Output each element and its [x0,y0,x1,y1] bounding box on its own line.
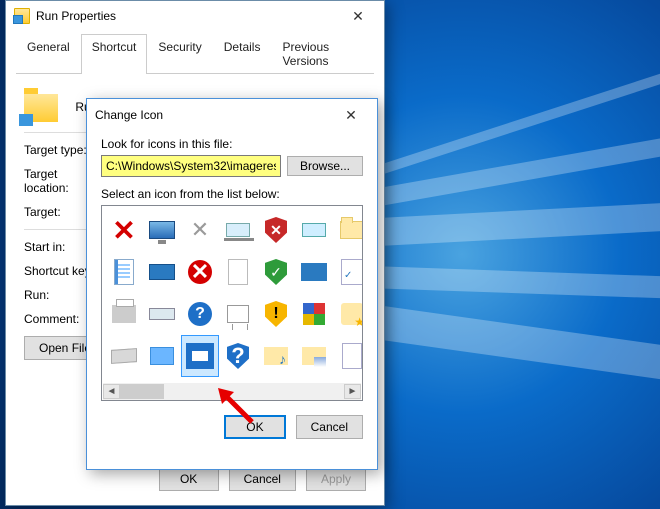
tab-general[interactable]: General [16,34,81,74]
rect-blue-icon [299,257,329,287]
icon-option-circle-blue-question[interactable]: ? [182,294,218,334]
icon-path-input[interactable] [101,155,281,177]
properties-ok-button[interactable]: OK [159,467,219,491]
tablet-icon [147,257,177,287]
icon-option-blocks[interactable] [296,294,332,334]
icon-option-music-folder[interactable] [258,336,294,376]
properties-apply-button[interactable]: Apply [306,467,366,491]
icon-option-tablet[interactable] [144,252,180,292]
dialog-close-icon[interactable]: ✕ [331,101,371,129]
circle-red-x-icon: ✕ [185,257,215,287]
change-icon-dialog: Change Icon ✕ Look for icons in this fil… [86,98,378,470]
tab-details[interactable]: Details [213,34,272,74]
icon-option-projector-board[interactable] [220,294,256,334]
gray-x-icon: ✕ [185,215,215,245]
icon-option-circle-red-x[interactable]: ✕ [182,252,218,292]
icon-option-folder-blue[interactable] [144,336,180,376]
icon-option-star-person[interactable] [334,294,363,334]
dialog-ok-button[interactable]: OK [224,415,285,439]
printer-icon [109,299,139,329]
tab-shortcut[interactable]: Shortcut [81,34,148,74]
star-person-icon [337,299,363,329]
properties-footer: OK Cancel Apply [159,467,366,491]
look-for-label: Look for icons in this file: [101,137,363,151]
shield-blue-question-icon: ? [223,341,253,371]
icon-list[interactable]: ✕ ✕ ✕ ✕ ✓?!? ◄ ► [101,205,363,401]
scroll-left-icon[interactable]: ◄ [103,384,120,399]
drive-icon [109,341,139,371]
properties-tabs: General Shortcut Security Details Previo… [16,33,374,74]
close-icon[interactable]: ✕ [338,2,378,30]
icon-option-checklist[interactable] [334,252,363,292]
scrollbar-thumb[interactable] [120,384,164,399]
icon-option-rect-blue[interactable] [296,252,332,292]
icon-option-scanner[interactable] [144,294,180,334]
icon-option-shield-yellow-exclaim[interactable]: ! [258,294,294,334]
document-blue-icon [109,257,139,287]
monitor-icon [147,215,177,245]
circle-blue-question-icon: ? [185,299,215,329]
shortcut-large-icon [24,94,58,122]
scanner-icon [147,299,177,329]
properties-titlebar[interactable]: Run Properties ✕ [6,1,384,31]
dialog-title: Change Icon [95,108,331,122]
page-icon [223,257,253,287]
shield-yellow-exclaim-icon: ! [261,299,291,329]
music-folder-icon [261,341,291,371]
laptop-icon [223,215,253,245]
red-x-icon: ✕ [109,215,139,245]
blocks-icon [299,299,329,329]
tab-security[interactable]: Security [147,34,212,74]
checklist-icon [337,257,363,287]
dialog-titlebar[interactable]: Change Icon ✕ [87,99,377,131]
browse-button[interactable]: Browse... [287,156,363,176]
laptop-green-icon [299,215,329,245]
icon-option-folder[interactable] [334,210,363,250]
image-folder-icon [299,341,329,371]
icon-option-window-blue[interactable] [182,336,218,376]
properties-title: Run Properties [36,9,338,23]
dialog-cancel-button[interactable]: Cancel [296,415,363,439]
select-icon-label: Select an icon from the list below: [101,187,363,201]
list-document-icon [337,341,363,371]
icon-option-shield-blue-question[interactable]: ? [220,336,256,376]
icon-option-printer[interactable] [106,294,142,334]
icon-option-image-folder[interactable] [296,336,332,376]
icon-option-monitor[interactable] [144,210,180,250]
icon-option-shield-green-check[interactable]: ✓ [258,252,294,292]
icon-option-list-document[interactable] [334,336,363,376]
icon-option-document-blue[interactable] [106,252,142,292]
folder-shortcut-icon [14,8,30,24]
folder-icon [337,215,363,245]
icon-option-page[interactable] [220,252,256,292]
shield-green-check-icon: ✓ [261,257,291,287]
icon-option-shield-red-x[interactable]: ✕ [258,210,294,250]
scroll-right-icon[interactable]: ► [344,384,361,399]
icon-option-laptop[interactable] [220,210,256,250]
folder-blue-icon [147,341,177,371]
tab-previous-versions[interactable]: Previous Versions [271,34,374,74]
window-blue-icon [185,341,215,371]
icon-option-drive[interactable] [106,336,142,376]
projector-board-icon [223,299,253,329]
shield-red-x-icon: ✕ [261,215,291,245]
icon-option-laptop-green[interactable] [296,210,332,250]
properties-cancel-button[interactable]: Cancel [229,467,296,491]
icon-list-scrollbar[interactable]: ◄ ► [103,383,361,400]
icon-option-gray-x[interactable]: ✕ [182,210,218,250]
icon-option-red-x[interactable]: ✕ [106,210,142,250]
